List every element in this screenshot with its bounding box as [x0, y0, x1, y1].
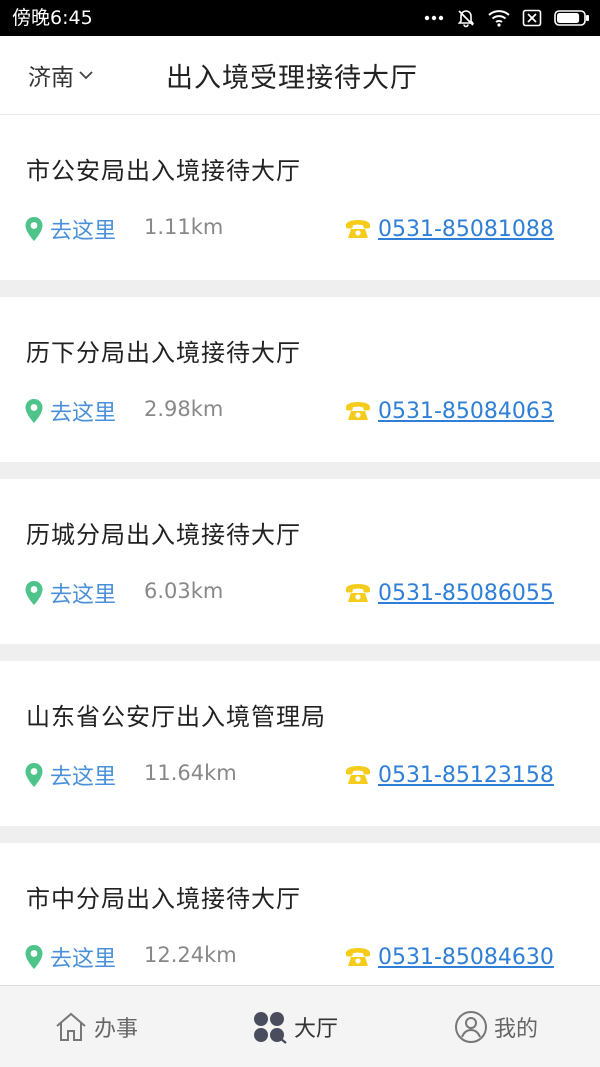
office-name: 历下分局出入境接待大厅	[26, 339, 301, 367]
phone-link[interactable]: 0531-85123158	[344, 759, 554, 791]
phone-link[interactable]: 0531-85086055	[344, 577, 554, 609]
phone-icon	[346, 220, 370, 238]
navigate-label: 去这里	[50, 219, 117, 244]
phone-link[interactable]: 0531-85084630	[344, 941, 554, 973]
navigate-label: 去这里	[50, 765, 117, 790]
mute-bell-icon	[456, 8, 476, 28]
tab-profile[interactable]: 我的	[454, 986, 538, 1067]
location-pin-icon	[25, 763, 43, 787]
location-pin-icon	[25, 217, 43, 241]
navigate-button[interactable]: 去这里	[24, 759, 116, 791]
wifi-icon	[488, 9, 510, 27]
distance-text: 2.98km	[144, 397, 224, 421]
chevron-down-icon	[78, 66, 94, 85]
office-card: 山东省公安厅出入境管理局 去这里 11.64km 0531-85123158	[0, 661, 600, 826]
distance-text: 12.24km	[144, 943, 237, 967]
hall-icon	[254, 1012, 287, 1044]
status-bar: 傍晚6:45	[0, 0, 600, 36]
phone-number: 0531-85123158	[378, 762, 554, 788]
navigate-button[interactable]: 去这里	[24, 213, 116, 245]
office-name: 历城分局出入境接待大厅	[26, 521, 301, 549]
bottom-tab-bar: 办事 大厅 我的	[0, 985, 600, 1067]
phone-link[interactable]: 0531-85084063	[344, 395, 554, 427]
navigate-label: 去这里	[50, 583, 117, 608]
location-pin-icon	[25, 399, 43, 423]
office-card: 历下分局出入境接待大厅 去这里 2.98km 0531-85084063	[0, 297, 600, 462]
phone-icon	[346, 402, 370, 420]
page-title: 出入境受理接待大厅	[166, 63, 418, 94]
distance-text: 11.64km	[144, 761, 237, 785]
header-bar: 济南 出入境受理接待大厅	[0, 36, 600, 115]
location-pin-icon	[25, 581, 43, 605]
office-card: 市中分局出入境接待大厅 去这里 12.24km 0531-85084630	[0, 843, 600, 1008]
city-selector[interactable]: 济南	[28, 58, 94, 92]
phone-icon	[346, 584, 370, 602]
navigate-button[interactable]: 去这里	[24, 395, 116, 427]
office-name: 市中分局出入境接待大厅	[26, 885, 301, 913]
phone-number: 0531-85081088	[378, 216, 554, 242]
tab-label: 我的	[494, 1017, 539, 1042]
tab-hall[interactable]: 大厅	[252, 986, 338, 1067]
tab-services[interactable]: 办事	[54, 986, 138, 1067]
more-dots-icon	[424, 14, 444, 22]
tab-label: 办事	[94, 1017, 139, 1042]
navigate-button[interactable]: 去这里	[24, 941, 116, 973]
phone-link[interactable]: 0531-85081088	[344, 213, 554, 245]
home-icon	[56, 1012, 86, 1041]
location-pin-icon	[25, 945, 43, 969]
city-label: 济南	[28, 65, 74, 91]
office-card: 市公安局出入境接待大厅 去这里 1.11km 0531-85081088	[0, 115, 600, 280]
navigate-button[interactable]: 去这里	[24, 577, 116, 609]
distance-text: 6.03km	[144, 579, 224, 603]
phone-icon	[346, 766, 370, 784]
battery-icon	[554, 9, 590, 27]
no-sim-icon	[522, 9, 542, 27]
phone-number: 0531-85084063	[378, 398, 554, 424]
phone-number: 0531-85084630	[378, 944, 554, 970]
app-screen: 傍晚6:45 济南 出入境受理接待大厅 市公安局出入境接待大厅 去这里 1.11…	[0, 0, 600, 1067]
distance-text: 1.11km	[144, 215, 224, 239]
user-icon	[455, 1011, 487, 1043]
office-name: 山东省公安厅出入境管理局	[26, 703, 326, 731]
navigate-label: 去这里	[50, 401, 117, 426]
phone-number: 0531-85086055	[378, 580, 554, 606]
navigate-label: 去这里	[50, 947, 117, 972]
phone-icon	[346, 948, 370, 966]
tab-label: 大厅	[294, 1017, 339, 1042]
office-card: 历城分局出入境接待大厅 去这里 6.03km 0531-85086055	[0, 479, 600, 644]
status-time: 傍晚6:45	[12, 7, 93, 29]
status-icons	[424, 6, 590, 30]
office-name: 市公安局出入境接待大厅	[26, 157, 301, 185]
